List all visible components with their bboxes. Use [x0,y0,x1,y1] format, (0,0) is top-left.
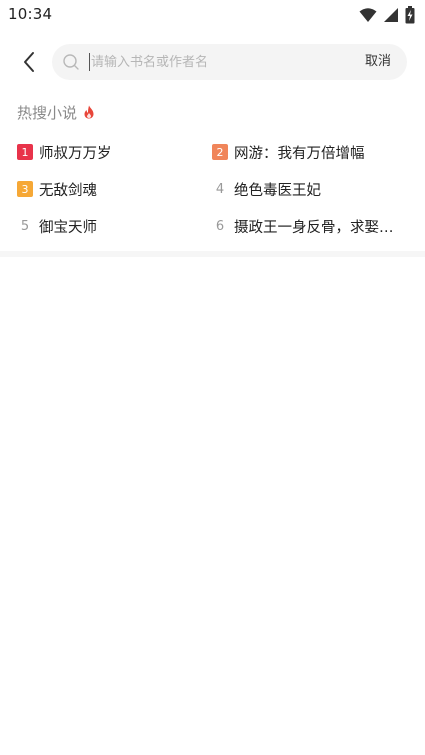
search-icon [63,54,79,70]
hot-search-title: 热搜小说 [17,103,78,122]
rank-badge: 1 [17,144,33,160]
hot-item-6[interactable]: 6 摄政王一身反骨，求娶… [212,214,407,238]
status-time: 10:34 [8,5,53,23]
rank-number: 6 [215,218,225,234]
search-header: 取消 [0,42,425,82]
search-box[interactable]: 取消 [52,44,407,80]
hot-item-4[interactable]: 4 绝色毒医王妃 [212,177,407,201]
rank-badge: 3 [17,181,33,197]
hot-item-label: 无敌剑魂 [39,182,97,199]
rank-number: 4 [215,181,225,197]
cellular-signal-icon [383,7,399,23]
hot-item-label: 网游：我有万倍增幅 [234,145,365,162]
text-caret [89,53,90,71]
battery-charging-icon [405,6,415,24]
cancel-button[interactable]: 取消 [365,44,391,80]
back-button[interactable] [14,48,44,76]
hot-search-header: 热搜小说 [17,101,95,123]
wifi-icon [359,7,377,23]
rank-number: 5 [20,218,30,234]
chevron-left-icon [24,52,34,72]
rank-badge: 2 [212,144,228,160]
status-bar: 10:34 [0,0,425,30]
hot-item-1[interactable]: 1 师叔万万岁 [17,140,197,164]
hot-item-3[interactable]: 3 无敌剑魂 [17,177,197,201]
fire-icon [84,105,94,119]
status-icons [359,6,415,24]
hot-item-5[interactable]: 5 御宝天师 [17,214,197,238]
hot-item-label: 师叔万万岁 [39,145,112,162]
hot-item-label: 摄政王一身反骨，求娶… [234,219,394,236]
hot-item-label: 御宝天师 [39,219,97,236]
search-input[interactable] [88,44,341,80]
hot-item-label: 绝色毒医王妃 [234,182,321,199]
hot-item-2[interactable]: 2 网游：我有万倍增幅 [212,140,407,164]
section-divider [0,251,425,257]
